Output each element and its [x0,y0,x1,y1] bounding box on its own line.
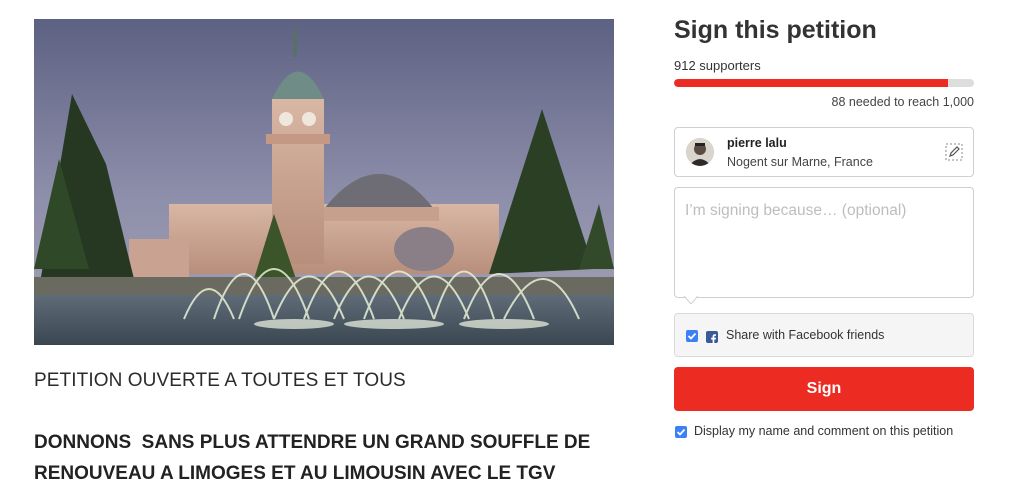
signer-location: Nogent sur Marne, France [727,155,873,169]
signer-card: pierre lalu Nogent sur Marne, France [674,127,974,177]
petition-hero-image [34,19,614,345]
avatar [686,138,714,166]
petition-subtitle: PETITION OUVERTE A TOUTES ET TOUS [34,370,406,391]
facebook-share-checkbox[interactable] [686,330,698,342]
display-name-label: Display my name and comment on this peti… [694,424,954,438]
headline-line-1: DONNONS SANS PLUS ATTENDRE UN GRAND SOUF… [34,432,591,453]
facebook-share-option[interactable]: Share with Facebook friends [674,313,974,357]
signer-name: pierre lalu [727,136,787,150]
facebook-icon [706,331,718,344]
checkmark-icon [676,428,686,436]
pencil-edit-icon[interactable] [945,143,963,161]
supporters-count: 912 supporters [674,58,761,73]
signature-progress-bar [674,79,974,87]
facebook-share-label: Share with Facebook friends [726,328,885,342]
signing-reason-textarea[interactable] [674,187,974,298]
comment-bubble-tail [684,296,698,304]
petition-headline: DONNONS SANS PLUS ATTENDRE UN GRAND SOUF… [34,427,634,489]
sign-button[interactable]: Sign [674,367,974,411]
signatures-needed-text: 88 needed to reach 1,000 [831,95,974,109]
display-name-checkbox[interactable] [675,426,687,438]
headline-line-2: RENOUVEAU A LIMOGES ET AU LIMOUSIN AVEC … [34,463,556,484]
sign-panel-title: Sign this petition [674,16,877,44]
progress-bar-fill [674,79,948,87]
checkmark-icon [687,332,697,340]
station-photo [34,19,614,345]
